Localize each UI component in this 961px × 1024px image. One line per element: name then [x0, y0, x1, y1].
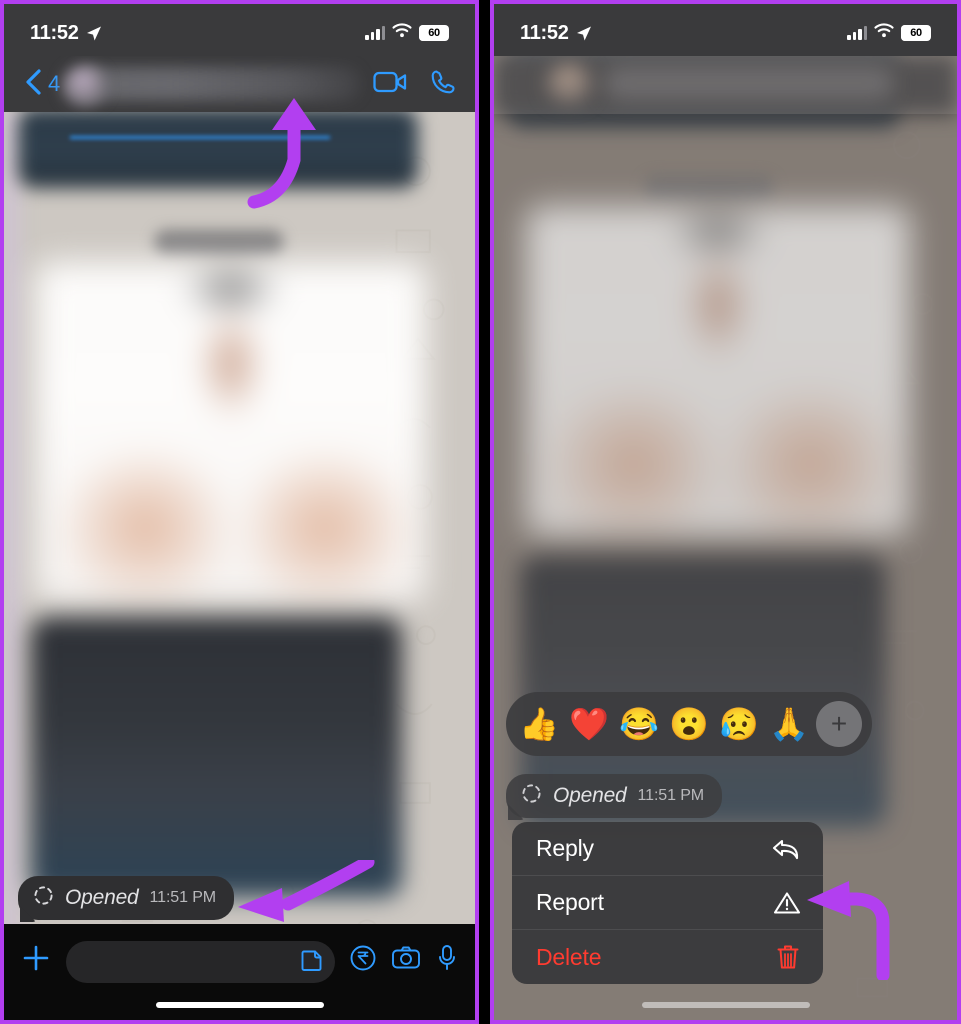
- battery-percent: 60: [428, 27, 440, 39]
- phone-icon[interactable]: [429, 68, 457, 101]
- left-toolbar-icons: [349, 943, 459, 978]
- warning-triangle-icon: [773, 890, 801, 916]
- red-heart-reaction[interactable]: ❤️: [566, 701, 612, 747]
- location-arrow-icon: [85, 25, 101, 41]
- message-input[interactable]: [66, 941, 335, 983]
- sad-but-relieved-face-reaction[interactable]: 😥: [716, 701, 762, 747]
- status-left: 11:52: [30, 22, 101, 45]
- context-menu-item-label: Report: [536, 889, 604, 915]
- unread-count: 4: [48, 71, 61, 96]
- context-menu-item-label: Reply: [536, 835, 594, 861]
- opened-time: 11:51 PM: [637, 787, 705, 804]
- nav-dim-overlay: [494, 56, 957, 114]
- wifi-icon: [392, 23, 412, 43]
- status-right: 60: [365, 23, 453, 43]
- opened-label: Opened: [553, 784, 627, 807]
- wifi-icon: [874, 23, 894, 43]
- battery-percent: 60: [910, 27, 922, 39]
- back-button[interactable]: 4: [22, 67, 60, 102]
- video-camera-icon[interactable]: [373, 69, 407, 100]
- thumbs-up-reaction[interactable]: 👍: [516, 701, 562, 747]
- context-menu-item-report[interactable]: Report: [512, 876, 823, 930]
- status-time: 11:52: [30, 21, 79, 44]
- context-menu-item-label: Delete: [536, 943, 602, 970]
- blurred-photo-caption: [154, 230, 284, 256]
- battery-icon: 60: [901, 25, 931, 41]
- right-screen: 👍 ❤️ 😂 😮 😥 🙏 + Opened 11:51 PM Reply Rep…: [494, 4, 957, 1020]
- sticker-icon[interactable]: [299, 947, 325, 978]
- battery-icon: 60: [419, 25, 449, 41]
- cellular-bars-icon: [365, 26, 385, 40]
- status-left: 11:52: [520, 22, 591, 45]
- camera-icon[interactable]: [391, 944, 421, 977]
- folded-hands-reaction[interactable]: 🙏: [766, 701, 812, 747]
- plus-icon[interactable]: [20, 942, 52, 979]
- blurred-outgoing-bubble: [30, 617, 402, 897]
- message-context-menu: Reply Report Delete: [512, 822, 823, 984]
- left-screen: Opened 11:51 PM 4 11:52 60: [4, 4, 475, 1020]
- status-right: 60: [847, 23, 935, 43]
- chevron-left-icon: [22, 67, 44, 102]
- context-menu-item-reply[interactable]: Reply: [512, 822, 823, 876]
- location-arrow-icon: [575, 25, 591, 41]
- reply-arrow-icon: [771, 836, 801, 862]
- left-input-toolbar: [4, 924, 475, 1020]
- context-menu-item-delete[interactable]: Delete: [512, 930, 823, 984]
- left-nav-bar: 4: [4, 56, 475, 112]
- contact-name-blurred[interactable]: [72, 67, 361, 101]
- dashed-circle-icon: [521, 783, 542, 809]
- face-with-open-mouth-reaction[interactable]: 😮: [666, 701, 712, 747]
- right-phone-panel: 👍 ❤️ 😂 😮 😥 🙏 + Opened 11:51 PM Reply Rep…: [490, 0, 961, 1024]
- blurred-link-underline: [70, 136, 330, 139]
- screenshot-stage: Opened 11:51 PM 4 11:52 60 👍 ❤️ 😂 😮 😥 🙏 …: [0, 0, 961, 1024]
- left-status-bar: 11:52 60: [4, 4, 475, 56]
- left-nav-actions: [373, 68, 457, 101]
- left-opened-receipt[interactable]: Opened 11:51 PM: [18, 876, 235, 920]
- face-with-tears-of-joy-reaction[interactable]: 😂: [616, 701, 662, 747]
- opened-label: Opened: [65, 886, 139, 909]
- home-indicator: [155, 1002, 324, 1008]
- blurred-incoming-bubble: [18, 112, 418, 188]
- right-opened-receipt[interactable]: Opened 11:51 PM: [506, 774, 723, 818]
- blurred-photo-message: [36, 262, 426, 602]
- dashed-circle-icon: [33, 885, 54, 911]
- trash-icon: [775, 943, 801, 971]
- microphone-icon[interactable]: [435, 943, 459, 978]
- more-reactions-button[interactable]: +: [816, 701, 862, 747]
- right-status-bar: 11:52 60: [494, 4, 957, 56]
- status-time: 11:52: [520, 21, 569, 44]
- rupee-icon[interactable]: [349, 944, 377, 977]
- cellular-bars-icon: [847, 26, 867, 40]
- left-phone-panel: Opened 11:51 PM 4 11:52 60: [0, 0, 479, 1024]
- reaction-picker-bar: 👍 ❤️ 😂 😮 😥 🙏 +: [506, 692, 872, 756]
- contact-avatar-blurred[interactable]: [62, 66, 106, 106]
- opened-time: 11:51 PM: [149, 889, 217, 906]
